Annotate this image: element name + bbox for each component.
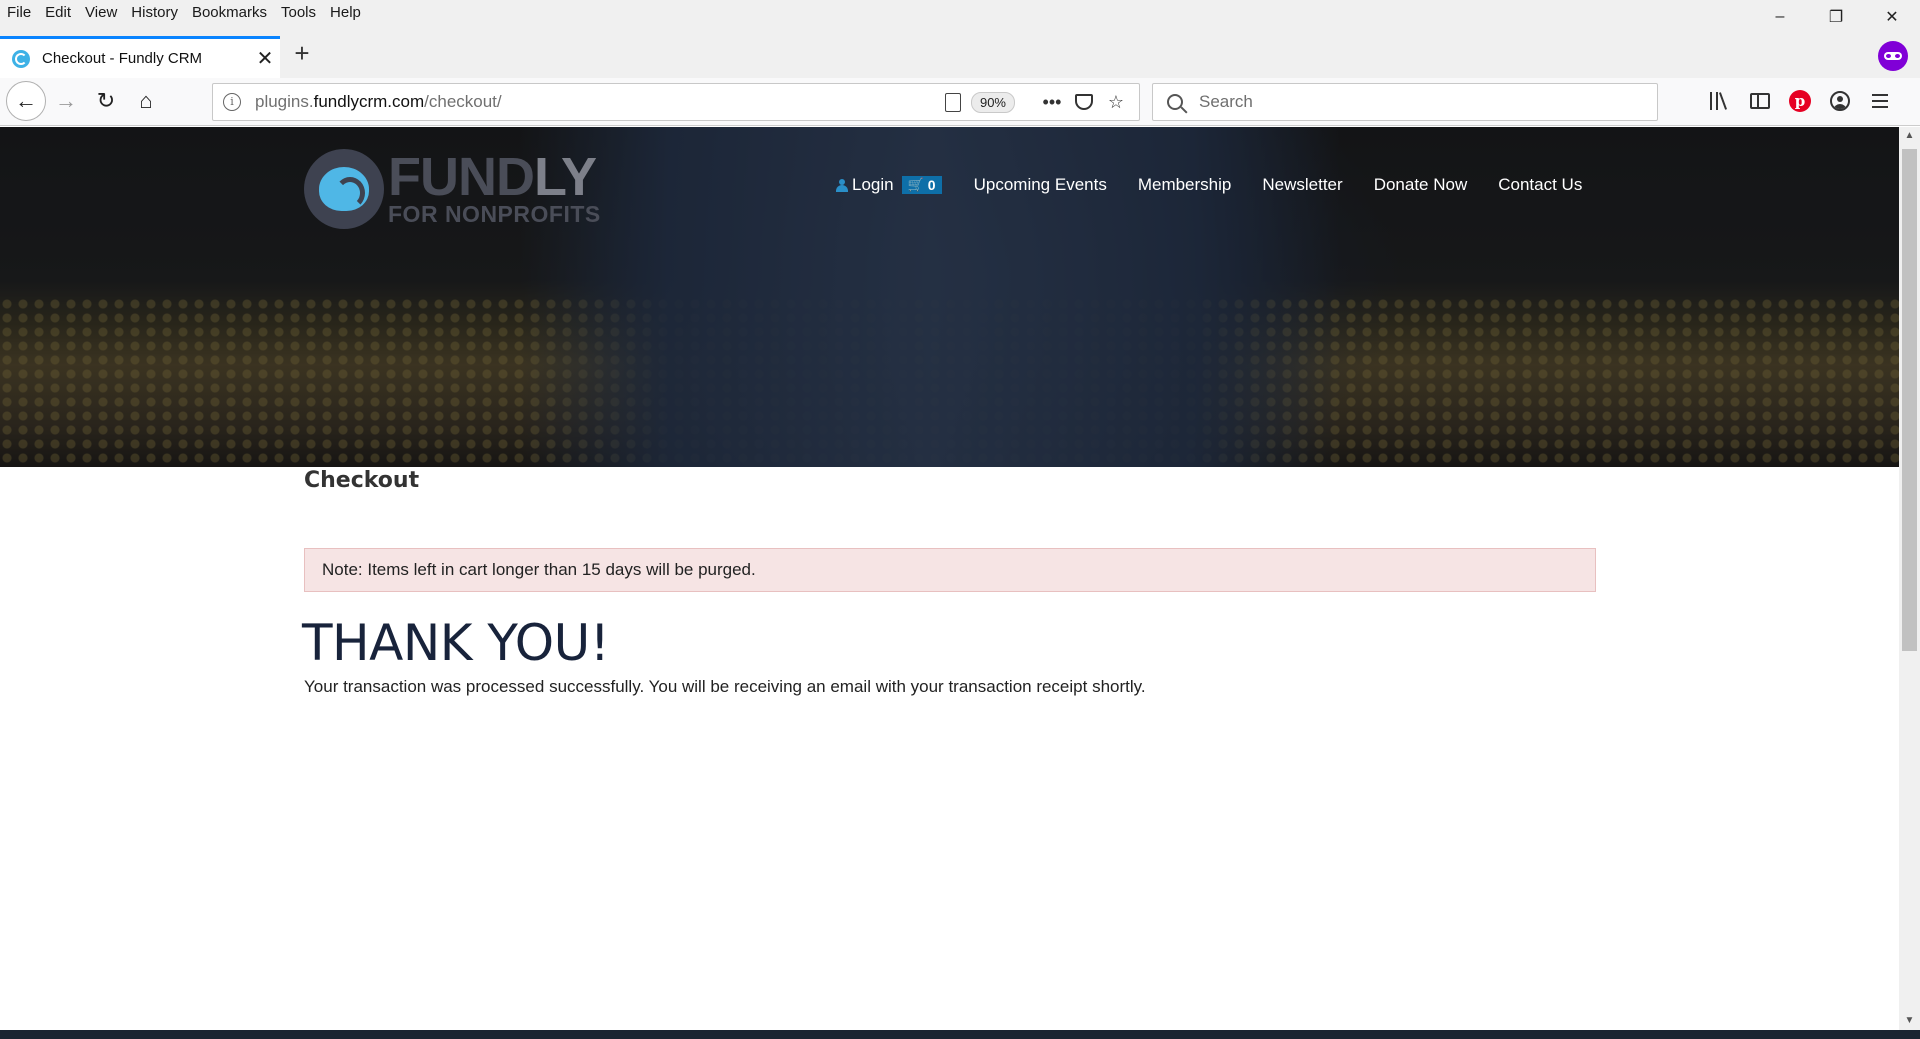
user-icon — [836, 178, 848, 192]
back-button[interactable]: ← — [6, 81, 46, 121]
scroll-thumb[interactable] — [1902, 149, 1917, 651]
search-icon — [1167, 94, 1183, 110]
login-link[interactable]: Login — [836, 175, 894, 195]
os-taskbar — [0, 1030, 1920, 1039]
page-title: Checkout — [304, 468, 420, 493]
reload-button[interactable]: ↻ — [87, 82, 125, 120]
logo-name-ly: LY — [533, 147, 597, 207]
navigation-toolbar: ← → ↻ ⌂ i plugins.fundlycrm.com/checkout… — [0, 78, 1920, 126]
url-bar[interactable]: i plugins.fundlycrm.com/checkout/ 90% ••… — [212, 83, 1140, 121]
new-tab-button[interactable]: + — [286, 38, 318, 70]
forward-button[interactable]: → — [47, 82, 85, 120]
tab-bar: Checkout - Fundly CRM ✕ + — [0, 28, 1920, 78]
reader-view-icon[interactable] — [944, 92, 961, 112]
account-button[interactable] — [1824, 84, 1856, 118]
search-input[interactable] — [1199, 92, 1657, 112]
page-scrollbar[interactable]: ▲ ▼ — [1899, 127, 1920, 1030]
search-bar[interactable] — [1152, 83, 1658, 121]
library-button[interactable] — [1704, 84, 1736, 118]
hero-banner: FUNDLY FOR NONPROFITS Login 🛒 0 Upcoming… — [0, 127, 1899, 467]
logo-tagline: FOR NONPROFITS — [388, 201, 601, 227]
url-prefix: plugins. — [255, 92, 314, 111]
menu-tools[interactable]: Tools — [274, 0, 323, 28]
fundly-heart-icon — [304, 149, 384, 229]
menu-edit[interactable]: Edit — [38, 0, 78, 28]
logo-name: FUNDLY — [388, 150, 601, 204]
login-label: Login — [852, 175, 894, 194]
menu-bookmarks[interactable]: Bookmarks — [185, 0, 274, 28]
sidebar-icon — [1750, 93, 1770, 109]
cart-button[interactable]: 🛒 0 — [901, 176, 942, 194]
fundly-favicon-icon — [12, 49, 30, 68]
url-path: /checkout/ — [424, 92, 502, 111]
sidebar-button[interactable] — [1744, 84, 1776, 118]
nav-newsletter[interactable]: Newsletter — [1262, 175, 1342, 195]
cart-count: 0 — [927, 177, 936, 193]
tab-close-icon[interactable]: ✕ — [250, 46, 280, 71]
hamburger-menu-icon — [1872, 94, 1888, 108]
fundly-logo[interactable]: FUNDLY FOR NONPROFITS — [304, 149, 601, 229]
bookmark-star-icon[interactable]: ☆ — [1103, 92, 1129, 113]
url-text[interactable]: plugins.fundlycrm.com/checkout/ — [255, 92, 945, 112]
library-icon — [1710, 92, 1730, 110]
menu-file[interactable]: File — [0, 0, 38, 28]
menu-view[interactable]: View — [78, 0, 124, 28]
account-icon — [1830, 91, 1850, 111]
site-info-icon[interactable]: i — [223, 93, 241, 111]
logo-name-fund: FUND — [388, 147, 535, 207]
url-host: fundlycrm.com — [313, 92, 425, 111]
menu-bar: File Edit View History Bookmarks Tools H… — [0, 0, 1920, 28]
cart-icon: 🛒 — [907, 177, 924, 192]
nav-donate-now[interactable]: Donate Now — [1374, 175, 1468, 195]
scroll-down-arrow-icon[interactable]: ▼ — [1899, 1012, 1920, 1030]
zoom-level-badge[interactable]: 90% — [970, 91, 1015, 113]
confirmation-message: Your transaction was processed successfu… — [304, 677, 1146, 696]
url-actions: 90% ••• ☆ — [944, 91, 1129, 113]
thank-you-heading: THANK YOU! — [302, 614, 610, 672]
menu-help[interactable]: Help — [323, 0, 368, 28]
nav-upcoming-events[interactable]: Upcoming Events — [974, 175, 1107, 195]
site-navigation: Login 🛒 0 Upcoming Events Membership New… — [836, 175, 1613, 195]
cart-purge-notice: Note: Items left in cart longer than 15 … — [304, 548, 1596, 592]
pinterest-button[interactable]: p — [1784, 84, 1816, 118]
menu-history[interactable]: History — [124, 0, 185, 28]
private-browsing-mask-icon — [1878, 41, 1908, 71]
logo-text: FUNDLY FOR NONPROFITS — [388, 150, 601, 227]
page-actions-icon[interactable]: ••• — [1039, 92, 1065, 113]
scroll-up-arrow-icon[interactable]: ▲ — [1899, 127, 1920, 145]
tab-checkout[interactable]: Checkout - Fundly CRM ✕ — [0, 36, 280, 78]
pocket-icon[interactable] — [1075, 94, 1093, 110]
pinterest-icon: p — [1789, 90, 1811, 112]
nav-contact-us[interactable]: Contact Us — [1498, 175, 1582, 195]
nav-membership[interactable]: Membership — [1138, 175, 1232, 195]
home-button[interactable]: ⌂ — [127, 82, 165, 120]
toolbar-right: p — [1704, 84, 1896, 118]
tab-title: Checkout - Fundly CRM — [42, 50, 203, 67]
open-menu-button[interactable] — [1864, 84, 1896, 118]
